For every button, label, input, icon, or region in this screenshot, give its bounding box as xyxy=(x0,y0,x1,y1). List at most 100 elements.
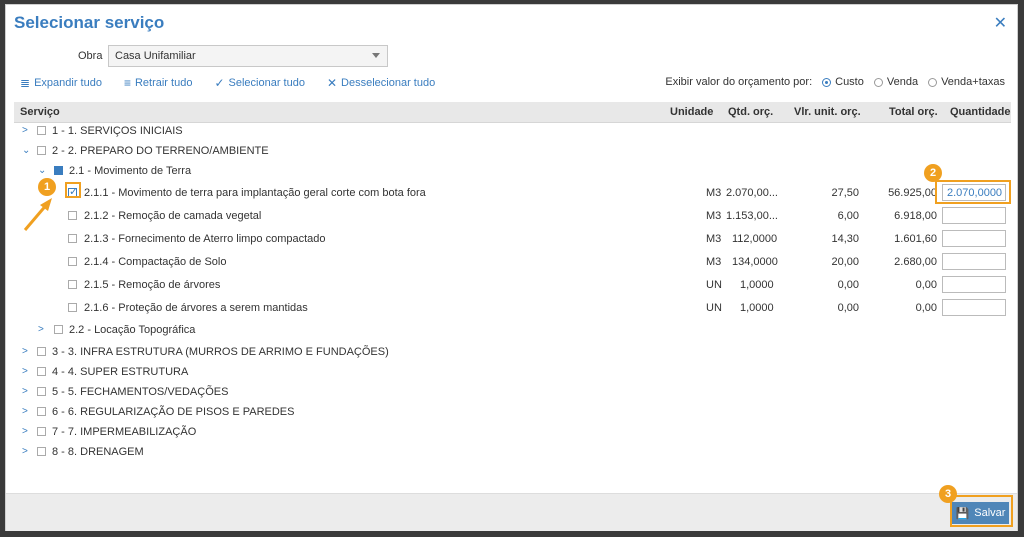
checkbox[interactable] xyxy=(68,257,77,266)
obra-label: Obra xyxy=(78,50,103,62)
deselect-all-button[interactable]: ✕ Desselecionar tudo xyxy=(327,76,435,90)
cell-total: 2.680,00 xyxy=(894,256,937,268)
table-row: > 2.2 - Locação Topográfica xyxy=(6,321,1019,341)
checkbox-partial[interactable] xyxy=(54,166,63,175)
cell-qtd: 2.070,00... xyxy=(726,187,778,199)
cell-qtd: 1,0000 xyxy=(740,279,774,291)
checkbox[interactable] xyxy=(37,146,46,155)
highlight-quantity xyxy=(935,180,1011,204)
cell-total: 56.925,00 xyxy=(888,187,937,199)
chevron-down-icon[interactable]: ⌄ xyxy=(22,145,30,156)
cell-qtd: 1.153,00... xyxy=(726,210,778,222)
chevron-right-icon[interactable]: > xyxy=(22,426,28,437)
chevron-right-icon[interactable]: > xyxy=(22,125,28,136)
quantity-input[interactable] xyxy=(942,253,1006,270)
quantity-input[interactable] xyxy=(942,276,1006,293)
row-label: 2.1.6 - Proteção de árvores a serem mant… xyxy=(84,302,308,314)
chevron-right-icon[interactable]: > xyxy=(22,346,28,357)
cell-unit: M3 xyxy=(706,233,722,245)
expand-all-button[interactable]: ≣ Expandir tudo xyxy=(20,76,102,90)
table-row: > 7 - 7. IMPERMEABILIZAÇÃO xyxy=(6,423,1019,443)
chevron-right-icon[interactable]: > xyxy=(22,406,28,417)
select-all-button[interactable]: ✓ Selecionar tudo xyxy=(214,76,305,90)
col-quantidade: Quantidade xyxy=(950,106,1011,118)
col-total: Total orç. xyxy=(889,106,938,118)
list-collapse-icon: ≡ xyxy=(123,76,131,90)
select-service-dialog: Selecionar serviço ✕ Obra Casa Unifamili… xyxy=(5,4,1018,531)
table-row: > 8 - 8. DRENAGEM xyxy=(6,443,1019,463)
deselect-all-label: Desselecionar tudo xyxy=(341,77,436,89)
x-icon: ✕ xyxy=(326,76,338,90)
checkbox[interactable] xyxy=(68,211,77,220)
row-label: 2.1.2 - Remoção de camada vegetal xyxy=(84,210,262,222)
expand-all-label: Expandir tudo xyxy=(34,77,102,89)
col-qtd: Qtd. orç. xyxy=(728,106,774,118)
checkbox[interactable] xyxy=(37,447,46,456)
radio-dot-icon xyxy=(822,77,832,87)
collapse-all-button[interactable]: ≡ Retrair tudo xyxy=(124,76,193,90)
row-label: 1 - 1. SERVIÇOS INICIAIS xyxy=(52,125,183,137)
radio-venda-taxas[interactable]: Venda+taxas xyxy=(928,76,1005,88)
checkbox[interactable] xyxy=(68,303,77,312)
col-vlr: Vlr. unit. orç. xyxy=(794,106,861,118)
cell-qtd: 1,0000 xyxy=(740,302,774,314)
obra-select[interactable]: Casa Unifamiliar xyxy=(108,45,388,67)
highlight-save xyxy=(950,495,1013,527)
dialog-footer: 💾 Salvar xyxy=(6,493,1017,531)
cell-vlr: 27,50 xyxy=(831,187,859,199)
collapse-all-label: Retrair tudo xyxy=(134,77,193,89)
radio-venda-taxas-label: Venda+taxas xyxy=(941,76,1005,88)
checkbox[interactable] xyxy=(54,325,63,334)
row-label: 2.1.4 - Compactação de Solo xyxy=(84,256,227,268)
quantity-input[interactable] xyxy=(942,207,1006,224)
value-mode-label: Exibir valor do orçamento por: xyxy=(665,76,813,88)
cell-unit: M3 xyxy=(706,210,722,222)
chevron-down-icon[interactable]: ⌄ xyxy=(38,165,46,176)
row-label: 5 - 5. FECHAMENTOS/VEDAÇÕES xyxy=(52,386,229,398)
row-label: 2.1.5 - Remoção de árvores xyxy=(84,279,221,291)
table-row: > 6 - 6. REGULARIZAÇÃO DE PISOS E PAREDE… xyxy=(6,403,1019,423)
toolbar: ≣ Expandir tudo ≡ Retrair tudo ✓ Selecio… xyxy=(20,76,435,90)
row-label: 8 - 8. DRENAGEM xyxy=(52,446,144,458)
table-row: 2.1.6 - Proteção de árvores a serem mant… xyxy=(6,299,1019,319)
row-label: 3 - 3. INFRA ESTRUTURA (MURROS DE ARRIMO… xyxy=(52,346,389,358)
radio-dot-icon xyxy=(873,77,883,87)
cell-total: 0,00 xyxy=(915,279,937,291)
chevron-right-icon[interactable]: > xyxy=(22,366,28,377)
col-servico: Serviço xyxy=(20,106,60,118)
quantity-input[interactable] xyxy=(942,299,1006,316)
checkbox[interactable] xyxy=(68,280,77,289)
radio-dot-icon xyxy=(928,77,938,87)
arrow-icon xyxy=(23,198,52,231)
cell-unit: UN xyxy=(706,279,722,291)
checkbox[interactable] xyxy=(37,427,46,436)
checkbox[interactable] xyxy=(68,234,77,243)
chevron-right-icon[interactable]: > xyxy=(22,386,28,397)
cell-total: 6.918,00 xyxy=(894,210,937,222)
checkbox[interactable] xyxy=(37,387,46,396)
table-header: Serviço Unidade Qtd. orç. Vlr. unit. orç… xyxy=(14,102,1011,123)
cell-total: 1.601,60 xyxy=(894,233,937,245)
radio-custo-label: Custo xyxy=(835,76,864,88)
row-label: 2.2 - Locação Topográfica xyxy=(69,324,196,336)
table-row: 2.1.3 - Fornecimento de Aterro limpo com… xyxy=(6,230,1019,250)
select-all-label: Selecionar tudo xyxy=(228,77,305,89)
quantity-input[interactable] xyxy=(942,230,1006,247)
table-row: 2.1.1 - Movimento de terra para implanta… xyxy=(6,184,1019,204)
highlight-checkbox xyxy=(65,182,81,198)
radio-custo[interactable]: Custo xyxy=(822,76,864,88)
row-label: 2 - 2. PREPARO DO TERRENO/AMBIENTE xyxy=(52,145,269,157)
cell-total: 0,00 xyxy=(915,302,937,314)
radio-venda[interactable]: Venda xyxy=(873,76,918,88)
chevron-right-icon[interactable]: > xyxy=(38,324,44,335)
close-icon[interactable]: ✕ xyxy=(994,13,1007,33)
table-row: 2.1.5 - Remoção de árvores UN 1,0000 0,0… xyxy=(6,276,1019,296)
obra-select-value: Casa Unifamiliar xyxy=(115,50,196,62)
checkbox[interactable] xyxy=(37,407,46,416)
col-unidade: Unidade xyxy=(670,106,714,118)
chevron-right-icon[interactable]: > xyxy=(22,446,28,457)
checkbox[interactable] xyxy=(37,347,46,356)
checkbox[interactable] xyxy=(37,367,46,376)
cell-vlr: 0,00 xyxy=(837,302,859,314)
checkbox[interactable] xyxy=(37,126,46,135)
